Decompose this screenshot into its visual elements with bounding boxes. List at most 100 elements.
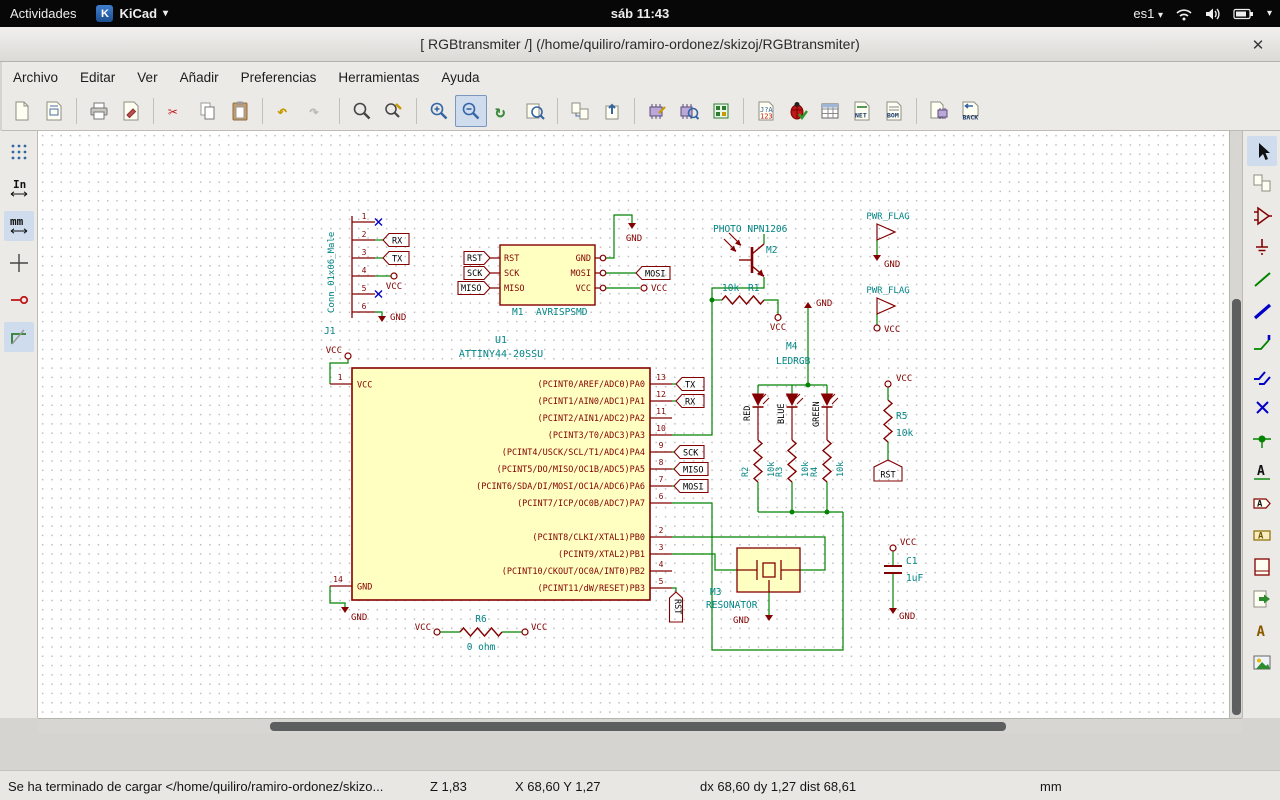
reference[interactable]: M4 xyxy=(786,341,798,352)
value[interactable]: 10k xyxy=(896,428,913,439)
reference[interactable]: C1 xyxy=(906,556,918,567)
reference[interactable]: U1 xyxy=(495,335,507,346)
back-annotate-button[interactable]: BACK xyxy=(955,95,987,127)
power-vcc-r1[interactable]: VCC xyxy=(770,313,786,334)
power-gnd-resonator[interactable]: GND xyxy=(733,615,773,626)
hierarchy-navigator-button[interactable] xyxy=(564,95,596,127)
menu-editar[interactable]: Editar xyxy=(69,64,126,91)
place-wire-button[interactable] xyxy=(1247,264,1277,294)
reference[interactable]: M2 xyxy=(766,245,777,256)
vertical-scrollbar[interactable] xyxy=(1229,131,1242,718)
value[interactable]: RESONATOR xyxy=(706,600,758,611)
value[interactable]: AVRISPSMD xyxy=(536,307,588,318)
reference[interactable]: R5 xyxy=(896,411,907,422)
global-label-rst-m1[interactable]: RST xyxy=(463,250,491,266)
power-gnd-m1[interactable]: GND xyxy=(626,223,642,244)
component-m2-phototransistor[interactable]: PHOTO NPN1206 M2 xyxy=(713,224,788,277)
menu-ver[interactable]: Ver xyxy=(126,64,168,91)
keyboard-layout-indicator[interactable]: es1 ▾ xyxy=(1133,6,1163,21)
global-label-rx-j1[interactable]: RX xyxy=(382,232,410,248)
assign-footprints-button[interactable] xyxy=(923,95,955,127)
library-editor-button[interactable] xyxy=(641,95,673,127)
reference[interactable]: R3 xyxy=(775,467,785,477)
reference[interactable]: R6 xyxy=(475,614,487,625)
component-r1[interactable]: 10k R1 xyxy=(721,283,765,306)
place-component-button[interactable] xyxy=(1247,200,1277,230)
cursor-tool-button[interactable] xyxy=(1246,136,1277,166)
global-label-rst-r5[interactable]: RST xyxy=(873,459,903,482)
value[interactable]: 10k xyxy=(722,283,739,294)
power-vcc-u1[interactable]: VCC xyxy=(326,346,352,360)
cut-button[interactable]: ✂ xyxy=(160,95,192,127)
place-text-button[interactable]: A xyxy=(1247,616,1277,646)
component-m1-avrispsmd[interactable]: RST SCK MISO GND MOSI VCC M1 AVRISPSMD xyxy=(490,244,607,318)
global-label-tx-j1[interactable]: TX xyxy=(382,250,410,266)
edit-fields-table-button[interactable] xyxy=(814,95,846,127)
global-label-miso-u1[interactable]: MISO xyxy=(673,461,709,477)
footprint-editor-button[interactable] xyxy=(705,95,737,127)
hierarchy-nav-tool-button[interactable] xyxy=(1247,168,1277,198)
schematic-drawing[interactable]: 1 2 3 4 5 6 J1 Conn_01x06_Male RX TX VCC… xyxy=(38,131,1229,718)
print-button[interactable] xyxy=(83,95,115,127)
component-r5[interactable]: VCC R5 10k xyxy=(882,374,913,443)
component-r6[interactable]: VCC VCC R6 0 ohm xyxy=(415,614,548,653)
global-label-sck-m1[interactable]: SCK xyxy=(463,265,491,281)
netlist-button[interactable]: NET xyxy=(846,95,878,127)
chevron-down-icon[interactable]: ▾ xyxy=(1267,8,1272,19)
page-settings-button[interactable] xyxy=(38,95,70,127)
vertical-scrollbar-thumb[interactable] xyxy=(1232,299,1241,715)
global-label-mosi-u1[interactable]: MOSI xyxy=(673,478,709,494)
value[interactable]: ATTINY44-20SSU xyxy=(459,349,543,360)
copy-button[interactable] xyxy=(192,95,224,127)
component-r2[interactable]: R2 10k xyxy=(741,439,777,483)
library-browser-button[interactable] xyxy=(673,95,705,127)
value[interactable]: 0 ohm xyxy=(467,642,496,653)
place-image-button[interactable] xyxy=(1247,648,1277,678)
place-label-button[interactable]: A xyxy=(1247,456,1277,486)
redo-button[interactable]: ↷ xyxy=(301,95,333,127)
plot-button[interactable] xyxy=(115,95,147,127)
value[interactable]: LEDRGB xyxy=(776,356,811,367)
place-sheet-button[interactable] xyxy=(1247,552,1277,582)
pwr-flag-2[interactable]: PWR_FLAG VCC xyxy=(866,286,909,335)
global-label-miso-m1[interactable]: MISO xyxy=(457,280,491,296)
find-replace-button[interactable] xyxy=(378,95,410,127)
value[interactable]: PHOTO NPN1206 xyxy=(713,224,788,235)
power-gnd-leds[interactable]: GND xyxy=(804,299,832,309)
grid-toggle-button[interactable] xyxy=(4,137,34,167)
global-label-tx-u1[interactable]: TX xyxy=(675,376,705,392)
zoom-fit-button[interactable] xyxy=(519,95,551,127)
wire-to-bus-entry-button[interactable] xyxy=(1247,328,1277,358)
zoom-out-button[interactable] xyxy=(455,95,487,127)
global-label-mosi-m1[interactable]: MOSI xyxy=(635,265,671,281)
close-window-button[interactable]: ✕ xyxy=(1246,33,1270,57)
horizontal-scrollbar-thumb[interactable] xyxy=(270,722,1006,731)
bom-button[interactable]: BOM xyxy=(878,95,910,127)
find-button[interactable] xyxy=(346,95,378,127)
annotate-button[interactable]: J?A 123 xyxy=(750,95,782,127)
reference[interactable]: M1 xyxy=(512,307,524,318)
component-u1-attiny44[interactable]: U1 ATTINY44-20SSU VCC GND 1 14 13 12 11 … xyxy=(330,335,672,601)
no-connect-flag-button[interactable] xyxy=(1247,392,1277,422)
activities-button[interactable]: Actividades xyxy=(10,6,76,21)
component-m3-resonator[interactable]: M3 RESONATOR xyxy=(706,547,801,611)
menu-ayuda[interactable]: Ayuda xyxy=(430,64,490,91)
units-inches-button[interactable]: In xyxy=(4,174,34,204)
erc-button[interactable] xyxy=(782,95,814,127)
horizontal-scrollbar[interactable] xyxy=(38,718,1242,733)
wifi-icon[interactable] xyxy=(1175,7,1193,21)
value[interactable]: 10k xyxy=(836,462,846,477)
pwr-flag-1[interactable]: PWR_FLAG GND xyxy=(866,212,909,270)
undo-button[interactable]: ↶ xyxy=(269,95,301,127)
reference[interactable]: J1 xyxy=(324,326,336,337)
volume-icon[interactable] xyxy=(1205,7,1221,21)
hv-wire-mode-button[interactable] xyxy=(3,322,34,352)
place-hierarchical-label-button[interactable]: A xyxy=(1247,520,1277,550)
battery-icon[interactable] xyxy=(1233,8,1255,20)
global-label-rst-u1[interactable]: RST xyxy=(668,591,684,623)
import-sheet-pin-button[interactable] xyxy=(1247,584,1277,614)
paste-button[interactable] xyxy=(224,95,256,127)
value[interactable]: Conn_01x06_Male xyxy=(327,232,337,313)
reference[interactable]: R4 xyxy=(810,467,820,477)
global-label-sck-u1[interactable]: SCK xyxy=(673,444,705,460)
